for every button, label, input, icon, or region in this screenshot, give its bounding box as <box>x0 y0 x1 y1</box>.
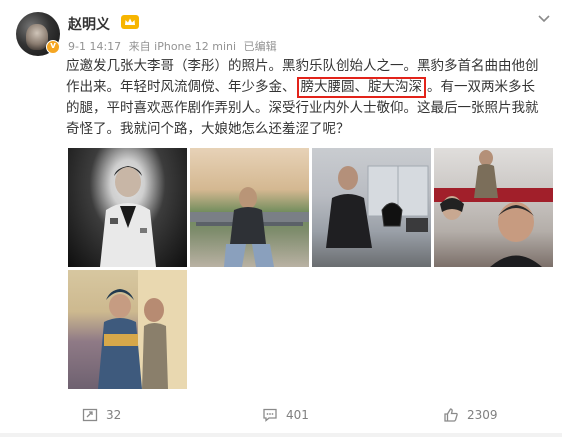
comment-button[interactable]: 401 <box>262 406 309 424</box>
post-source: 来自 iPhone 12 mini <box>128 40 237 53</box>
like-count: 2309 <box>467 408 498 422</box>
post-text: 应邀发几张大李哥（李彤）的照片。黑豹乐队创始人之一。黑豹多首名曲由他创作出来。年… <box>66 56 544 140</box>
photo-2[interactable] <box>190 148 309 267</box>
verified-badge: v <box>46 40 60 54</box>
action-bar: 32 401 2309 <box>0 400 562 430</box>
like-icon <box>444 408 458 422</box>
photo-3[interactable] <box>312 148 431 267</box>
comment-count: 401 <box>286 408 309 422</box>
comment-icon <box>263 408 277 422</box>
photo-4[interactable] <box>434 148 553 267</box>
photo-5[interactable] <box>68 270 187 389</box>
divider <box>0 433 562 437</box>
repost-button[interactable]: 32 <box>82 406 121 424</box>
weibo-post: v 赵明义 9-1 14:17 来自 iPhone 12 mini 已编辑 应邀… <box>0 0 562 437</box>
photo-1[interactable] <box>68 148 187 267</box>
crown-icon[interactable] <box>121 15 139 29</box>
post-date[interactable]: 9-1 14:17 <box>68 40 121 53</box>
post-meta: 9-1 14:17 来自 iPhone 12 mini 已编辑 <box>68 38 281 54</box>
username[interactable]: 赵明义 <box>68 14 110 34</box>
repost-icon <box>82 408 98 422</box>
highlighted-phrase: 膀大腰圆、腚大沟深 <box>296 77 426 98</box>
post-edited[interactable]: 已编辑 <box>244 40 277 53</box>
chevron-down-icon[interactable] <box>537 8 551 23</box>
repost-count: 32 <box>106 408 122 422</box>
like-button[interactable]: 2309 <box>443 406 498 424</box>
